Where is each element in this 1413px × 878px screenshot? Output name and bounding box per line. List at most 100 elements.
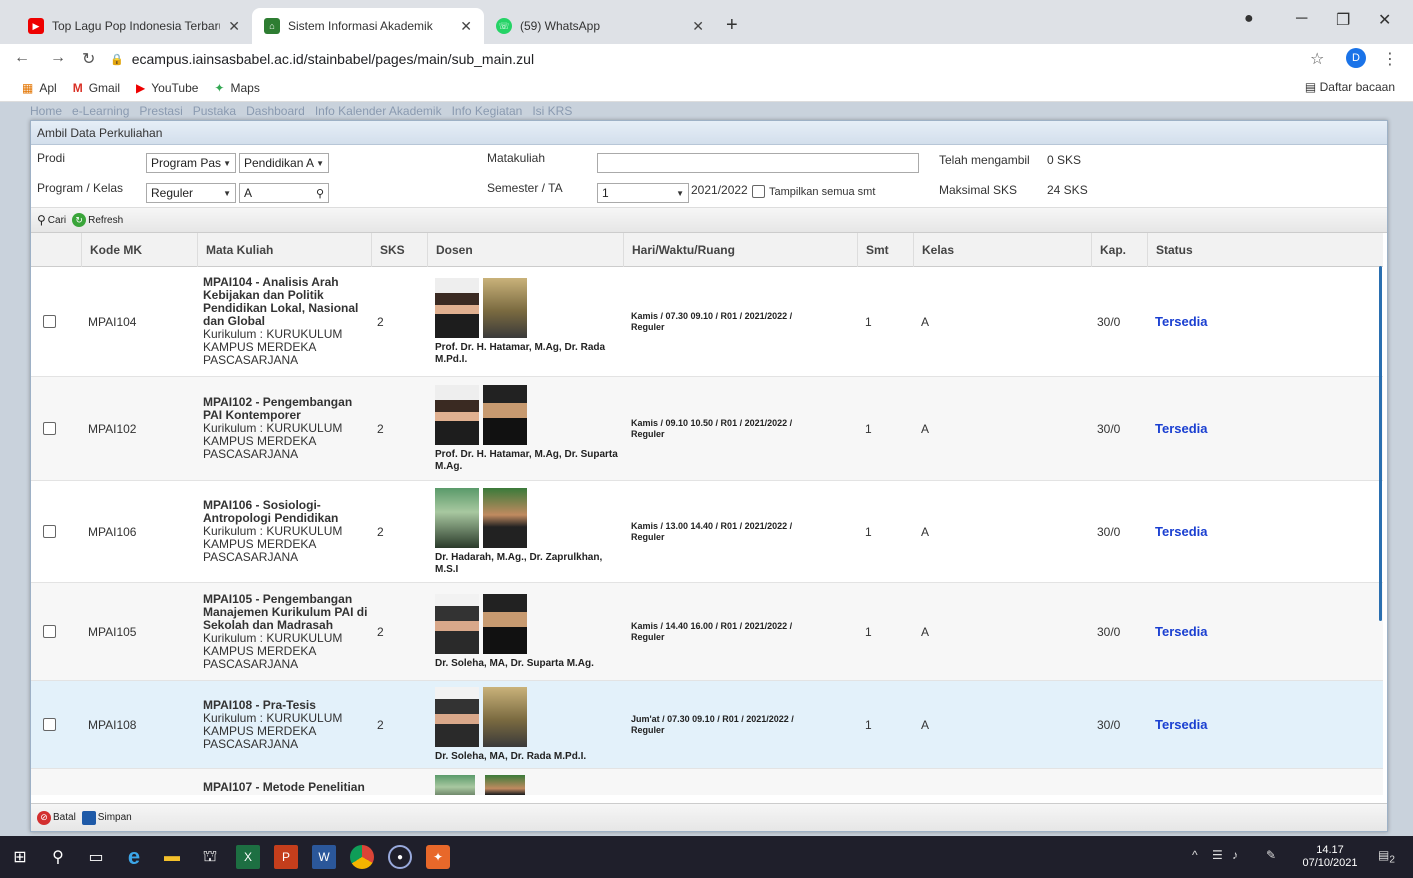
reload-icon[interactable]: ↻ [82,49,95,69]
file-explorer-icon[interactable]: ▬ [160,845,184,869]
batal-button[interactable]: ⊘ Batal [37,810,76,825]
col-dosen[interactable]: Dosen [427,233,623,267]
chrome-icon[interactable] [350,845,374,869]
forward-arrow-icon[interactable]: → [50,49,66,67]
search-icon[interactable]: ⚲ [46,845,70,869]
col-kode-mk[interactable]: Kode MK [81,233,197,267]
edge-icon[interactable]: e [122,844,146,869]
reading-list-button[interactable]: ▤ Daftar bacaan [1305,80,1395,94]
col-hari-waktu-ruang[interactable]: Hari/Waktu/Ruang [623,233,857,267]
mk-title: MPAI108 - Pra-Tesis [203,697,316,712]
show-all-semester-checkbox[interactable]: Tampilkan semua smt [752,185,875,198]
table-row[interactable]: MPAI106 MPAI106 - Sosiologi-Antropologi … [31,481,1383,583]
media-player-icon[interactable]: ● [388,845,412,869]
table-row[interactable]: MPAI108 MPAI108 - Pra-Tesis Kurikulum : … [31,681,1383,769]
profile-avatar[interactable]: D [1346,48,1366,68]
close-icon[interactable]: ✕ [228,18,240,35]
row-select-checkbox[interactable] [43,681,56,768]
checkbox-box[interactable] [43,525,56,538]
simpan-button[interactable]: Simpan [81,810,132,825]
checkbox-box[interactable] [43,718,56,731]
bookmark-maps[interactable]: ✦ Maps [214,81,259,95]
cari-button[interactable]: ⚲ Cari [37,213,66,227]
row-select-checkbox[interactable] [43,377,56,480]
table-row[interactable]: MPAI105 MPAI105 - Pengembangan Manajemen… [31,583,1383,681]
tab-sistem-akademik[interactable]: ⌂ Sistem Informasi Akademik ✕ [252,8,484,44]
bookmark-star-icon[interactable]: ☆ [1310,49,1324,69]
app-tab-dashboard[interactable]: Dashboard [246,104,305,120]
matakuliah-input[interactable] [597,153,919,173]
table-row[interactable]: MPAI107 - Metode Penelitian [31,769,1383,795]
status-cell[interactable]: Tersedia [1155,681,1208,768]
checkbox-box[interactable] [752,185,765,198]
table-row[interactable]: MPAI102 MPAI102 - Pengembangan PAI Konte… [31,377,1383,481]
app-tab-krs[interactable]: Isi KRS [532,104,572,120]
refresh-button[interactable]: ↻ Refresh [72,213,123,227]
checkbox-box[interactable] [43,315,56,328]
youtube-icon: ▶ [136,80,146,95]
bookmark-apps[interactable]: ▦ Apl [22,81,57,95]
close-icon[interactable]: ✕ [692,18,704,35]
tab-search-icon[interactable]: ● [1244,10,1254,28]
grid-scrollbar[interactable] [1379,266,1382,621]
prodi-program-select[interactable]: Program Pas ▼ [146,153,236,173]
mata-kuliah-cell: MPAI104 - Analisis Arah Kebijakan dan Po… [203,267,369,376]
menu-kebab-icon[interactable]: ⋮ [1382,49,1398,69]
store-icon[interactable]: ⛫ [198,845,222,869]
table-row[interactable]: MPAI104 MPAI104 - Analisis Arah Kebijaka… [31,267,1383,377]
restore-button[interactable]: ❐ [1336,10,1350,30]
minimize-button[interactable]: ─ [1296,10,1307,28]
row-select-checkbox[interactable] [43,583,56,680]
app-tab-pustaka[interactable]: Pustaka [193,104,236,120]
app-tab-kegiatan[interactable]: Info Kegiatan [452,104,523,120]
status-cell[interactable]: Tersedia [1155,267,1208,376]
word-icon[interactable]: W [312,845,336,869]
back-arrow-icon[interactable]: ← [14,49,30,67]
kode-mk-cell: MPAI106 [88,524,137,539]
excel-icon[interactable]: X [236,845,260,869]
row-select-checkbox[interactable] [43,267,56,376]
col-smt[interactable]: Smt [857,233,913,267]
col-kap[interactable]: Kap. [1091,233,1147,267]
col-sks[interactable]: SKS [371,233,427,267]
app-tab-kalender[interactable]: Info Kalender Akademik [315,104,442,120]
prodi-jurusan-select[interactable]: Pendidikan A ▼ [239,153,329,173]
maksimal-sks-value: 24 SKS [1047,183,1088,197]
app-tab-home[interactable]: Home [30,104,62,120]
tab-whatsapp[interactable]: ☏ (59) WhatsApp ✕ [484,8,716,44]
app-tab-prestasi[interactable]: Prestasi [139,104,182,120]
close-icon[interactable]: ✕ [460,18,472,35]
volume-icon[interactable]: ♪ [1232,848,1238,862]
row-select-checkbox[interactable] [43,481,56,582]
taskbar-clock[interactable]: 14.17 07/10/2021 [1300,844,1360,870]
windows-start-icon[interactable]: ⊞ [8,845,32,869]
pen-icon[interactable]: ✎ [1266,848,1276,862]
kelas-combobox[interactable]: A ⚲ [239,183,329,203]
col-mata-kuliah[interactable]: Mata Kuliah [197,233,371,267]
tray-chevron-icon[interactable]: ^ [1192,848,1198,862]
program-select[interactable]: Reguler ▼ [146,183,236,203]
close-window-button[interactable]: ✕ [1378,10,1391,30]
checkbox-box[interactable] [43,625,56,638]
powerpoint-icon[interactable]: P [274,845,298,869]
task-view-icon[interactable]: ▭ [84,845,108,869]
network-icon[interactable]: ☰ [1212,848,1223,862]
address-bar[interactable]: 🔒 ecampus.iainsasbabel.ac.id/stainbabel/… [110,44,1290,74]
bookmark-gmail[interactable]: M Gmail [73,81,120,95]
new-tab-button[interactable]: + [726,14,738,37]
bookmark-youtube[interactable]: ▶ YouTube [136,81,198,95]
notification-icon[interactable]: ▤2 [1378,848,1395,865]
mata-kuliah-grid: Kode MK Mata Kuliah SKS Dosen Hari/Waktu… [31,233,1383,795]
status-cell[interactable]: Tersedia [1155,481,1208,582]
checkbox-box[interactable] [43,422,56,435]
col-kelas[interactable]: Kelas [913,233,1091,267]
semester-select[interactable]: 1 ▼ [597,183,689,203]
search-icon[interactable]: ⚲ [316,187,324,200]
app-tab-elearning[interactable]: e-Learning [72,104,129,120]
status-cell[interactable]: Tersedia [1155,377,1208,480]
app-icon[interactable]: ✦ [426,845,450,869]
status-cell[interactable]: Tersedia [1155,583,1208,680]
tab-youtube[interactable]: ▶ Top Lagu Pop Indonesia Terbaru ✕ [16,8,252,44]
col-status[interactable]: Status [1147,233,1383,267]
gmail-icon: M [72,80,83,95]
